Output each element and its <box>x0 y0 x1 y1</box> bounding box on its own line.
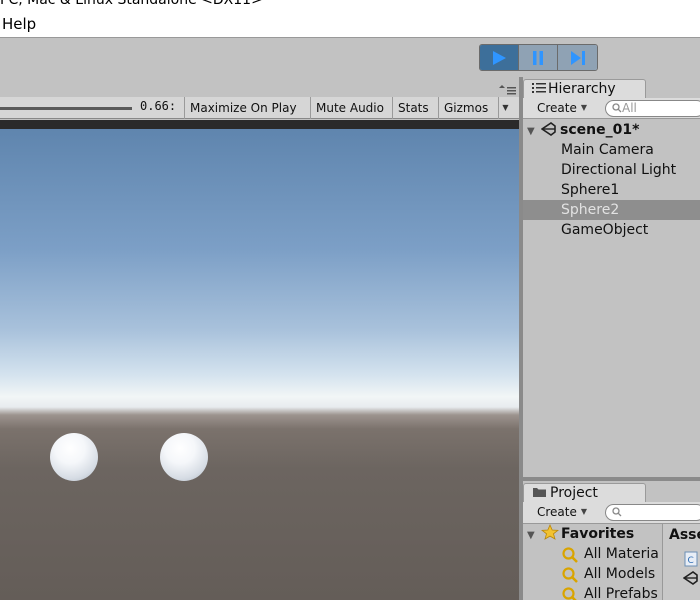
maximize-on-play-button[interactable]: Maximize On Play <box>184 97 310 119</box>
step-icon <box>570 50 585 65</box>
create-dropdown-icon: ▼ <box>580 507 587 516</box>
play-button[interactable] <box>480 45 519 70</box>
list-icon <box>532 83 546 93</box>
tab-project[interactable]: Project <box>523 483 646 503</box>
sphere-object <box>50 433 98 481</box>
mute-audio-button[interactable]: Mute Audio <box>310 97 392 119</box>
search-icon <box>612 103 622 113</box>
favorites-label: Favorites <box>561 526 635 542</box>
project-favorites-tree: ▼ Favorites All Materia All Models All Pr… <box>523 524 661 600</box>
favorite-all-prefabs[interactable]: All Prefabs <box>523 584 661 600</box>
favorite-all-materials[interactable]: All Materia <box>523 544 661 564</box>
game-viewport[interactable] <box>0 129 519 600</box>
project-toolbar: Create ▼ <box>523 502 700 524</box>
panel-menu-icon[interactable] <box>497 83 517 97</box>
search-icon <box>612 507 622 517</box>
hierarchy-item-gameobject[interactable]: GameObject <box>523 220 700 240</box>
step-button[interactable] <box>558 45 597 70</box>
tab-hierarchy-label: Hierarchy <box>548 81 616 97</box>
stats-button[interactable]: Stats <box>392 97 438 119</box>
main-toolbar <box>0 37 700 77</box>
scale-value: 0.66: <box>140 99 177 113</box>
game-view-panel: 0.66: Maximize On Play Mute Audio Stats … <box>0 77 519 600</box>
hierarchy-item-main-camera[interactable]: Main Camera <box>523 140 700 160</box>
saved-search-icon <box>562 547 578 563</box>
menu-item-help[interactable]: Help <box>2 15 36 33</box>
unity-scene-icon <box>541 122 556 136</box>
script-file-icon[interactable]: C <box>683 551 699 567</box>
gizmos-button[interactable]: Gizmos <box>438 97 498 119</box>
hierarchy-list: ▼ scene_01* Main Camera Directional Light… <box>523 120 700 240</box>
project-create-button[interactable]: Create ▼ <box>529 503 593 521</box>
hierarchy-item-sphere2[interactable]: Sphere2 <box>523 200 700 220</box>
create-label: Create <box>537 505 577 519</box>
tab-hierarchy[interactable]: Hierarchy <box>523 79 646 99</box>
hierarchy-item-sphere1[interactable]: Sphere1 <box>523 180 700 200</box>
pause-icon <box>533 50 543 65</box>
folder-icon <box>533 488 546 497</box>
create-dropdown-icon: ▼ <box>580 103 587 112</box>
tab-project-label: Project <box>550 485 598 501</box>
window-title: PC, Mac & Linux Standalone <DX11> <box>0 0 263 8</box>
pause-button[interactable] <box>519 45 558 70</box>
project-assets-pane: Asse C <box>662 524 700 600</box>
saved-search-icon <box>562 587 577 600</box>
expand-icon[interactable]: ▼ <box>527 526 541 546</box>
hierarchy-item-directional-light[interactable]: Directional Light <box>523 160 700 180</box>
project-search-input[interactable] <box>605 504 700 521</box>
viewport-top-border <box>0 120 519 129</box>
scene-root[interactable]: ▼ scene_01* <box>523 120 700 140</box>
svg-text:C: C <box>688 556 694 566</box>
hierarchy-search-input[interactable]: All <box>605 100 700 117</box>
window-title-bar: PC, Mac & Linux Standalone <DX11> <box>0 0 700 10</box>
search-placeholder: All <box>622 101 637 115</box>
hierarchy-panel: Hierarchy Create ▼ All ▼ scene_01* Main Ca… <box>523 77 700 477</box>
favorite-all-models[interactable]: All Models <box>523 564 661 584</box>
hierarchy-create-button[interactable]: Create ▼ <box>529 99 593 117</box>
play-icon <box>493 50 506 65</box>
project-panel: Project Create ▼ ▼ Favorites All Materia A… <box>523 481 700 600</box>
expand-icon[interactable]: ▼ <box>527 122 541 142</box>
assets-header: Asse <box>669 527 700 543</box>
saved-search-icon <box>562 567 578 583</box>
hierarchy-toolbar: Create ▼ All <box>523 98 700 119</box>
scene-name: scene_01* <box>560 122 640 138</box>
scale-slider[interactable] <box>0 107 132 110</box>
create-label: Create <box>537 101 577 115</box>
star-icon <box>540 524 560 540</box>
menu-bar: Help <box>0 10 700 37</box>
favorites-folder[interactable]: ▼ Favorites <box>523 524 661 544</box>
playback-controls <box>479 44 598 71</box>
gizmos-dropdown-icon[interactable]: ▼ <box>498 97 512 119</box>
unity-scene-file-icon[interactable] <box>683 570 699 586</box>
sphere-object <box>160 433 208 481</box>
